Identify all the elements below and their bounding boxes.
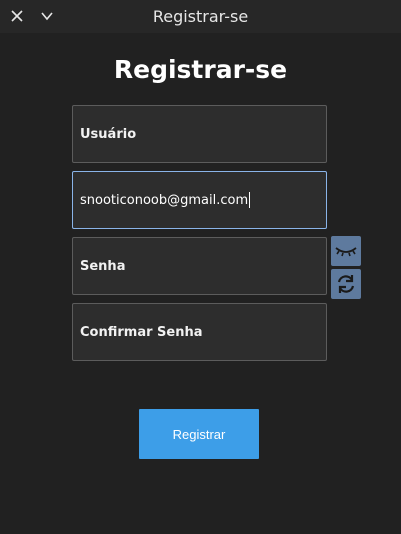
username-field[interactable]: Usuário bbox=[72, 105, 327, 163]
window-title: Registrar-se bbox=[152, 7, 249, 26]
toggle-password-visibility-button[interactable] bbox=[331, 236, 361, 266]
email-value-container: snooticonoob@gmail.com bbox=[80, 172, 251, 228]
password-field[interactable]: Senha bbox=[72, 237, 327, 295]
refresh-icon bbox=[337, 275, 355, 293]
email-value: snooticonoob@gmail.com bbox=[80, 192, 249, 208]
title-bar: Registrar-se bbox=[0, 0, 401, 33]
register-button[interactable]: Registrar bbox=[139, 409, 259, 459]
password-placeholder: Senha bbox=[80, 258, 126, 274]
confirm-password-placeholder: Confirmar Senha bbox=[80, 324, 203, 340]
username-placeholder: Usuário bbox=[80, 126, 137, 142]
text-caret bbox=[249, 192, 251, 208]
page-title: Registrar-se bbox=[113, 55, 288, 84]
email-field[interactable]: snooticonoob@gmail.com bbox=[72, 171, 327, 229]
eye-closed-icon bbox=[335, 247, 357, 257]
regenerate-password-button[interactable] bbox=[331, 269, 361, 299]
confirm-password-field[interactable]: Confirmar Senha bbox=[72, 303, 327, 361]
